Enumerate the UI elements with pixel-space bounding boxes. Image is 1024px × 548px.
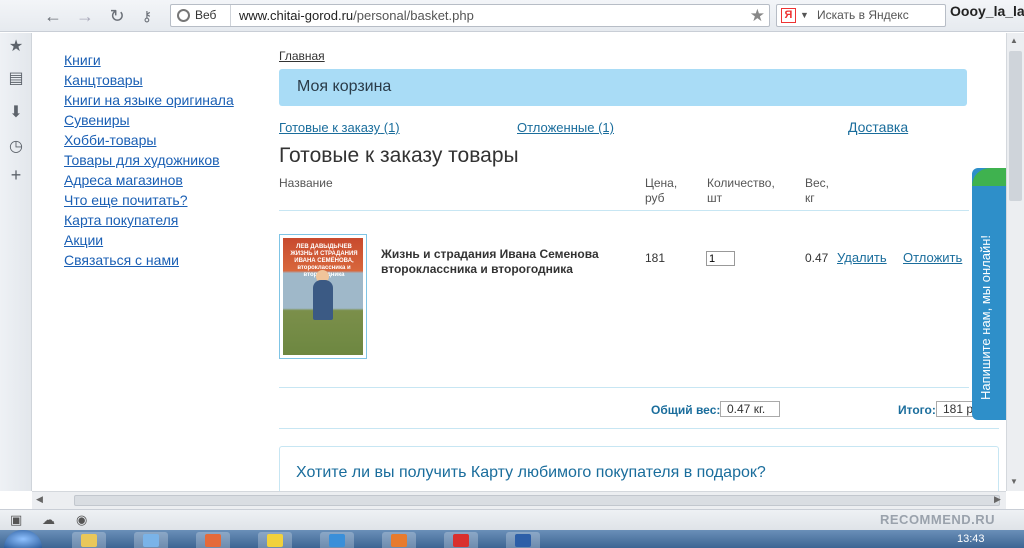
vertical-scrollbar[interactable]: ▲ ▼ [1006,33,1024,491]
browser-toolbar: ← → ↻ ⚷ Веб www.chitai-gorod.ru/personal… [0,0,1024,32]
postpone-link[interactable]: Отложить [903,250,962,265]
col-header-weight-unit: кг [805,191,815,205]
nav-item-contact[interactable]: Связаться с нами [64,250,234,270]
taskbar-clock[interactable]: 13:43 [957,533,985,545]
taskbar-usb-icon[interactable] [258,532,292,548]
nav-item-what-to-read[interactable]: Что еще почитать? [64,190,234,210]
watermark: RECOMMEND.RU [880,512,996,527]
back-icon[interactable]: ← [42,6,64,26]
status-bar: ▣ ☁ ◉ RECOMMEND.RU [0,509,1024,530]
tab-ready[interactable]: Готовые к заказу (1) [279,120,400,135]
section-title: Готовые к заказу товары [279,144,519,167]
cloud-icon[interactable]: ☁ [42,512,55,528]
os-taskbar: 13:43 [0,530,1024,548]
dropdown-arrow-icon[interactable]: ▼ [800,5,809,26]
yandex-logo-icon: Я [781,8,796,23]
nav-item-stationery[interactable]: Канцтовары [64,70,234,90]
totals-divider [279,428,999,429]
history-clock-icon[interactable]: ◷ [6,137,26,157]
bookmark-star-icon[interactable]: ★ [750,5,765,26]
key-icon[interactable]: ⚷ [136,6,158,26]
scroll-up-arrow-icon[interactable]: ▲ [1010,36,1018,45]
url-path: /personal/basket.php [353,8,474,23]
col-header-price-label: Цена, [645,176,678,190]
taskbar-opera-icon[interactable] [444,532,478,548]
breadcrumb[interactable]: Главная [279,49,325,63]
col-header-name: Название [279,176,333,190]
loyalty-card-promo-link[interactable]: Хотите ли вы получить Карту любимого пок… [296,464,766,482]
url-text[interactable]: www.chitai-gorod.ru/personal/basket.php [239,5,474,26]
yandex-search-box[interactable]: Я ▼ Искать в Яндекс [776,4,946,27]
taskbar-word-icon[interactable] [506,532,540,548]
taskbar-paint-icon[interactable] [196,532,230,548]
page-title-banner: Моя корзина [279,69,967,106]
col-header-price-unit: руб [645,191,665,205]
total-weight-label: Общий вес: [651,403,721,417]
book-cover[interactable]: ЛЕВ ДАВЫДЫЧЕВ ЖИЗНЬ И СТРАДАНИЯ ИВАНА СЕ… [279,234,367,359]
favorites-star-icon[interactable]: ★ [6,37,26,57]
tab-ready-count: (1) [383,120,400,135]
browser-sidebar: ★ ▤ ⬇ ◷ + [0,33,32,491]
item-weight: 0.47 [805,251,829,265]
total-weight-value: 0.47 кг. [720,401,780,417]
nav-item-customer-card[interactable]: Карта покупателя [64,210,234,230]
horizontal-scroll-thumb[interactable] [74,495,1000,506]
taskbar-app-icon[interactable] [134,532,168,548]
row-divider [279,387,969,388]
book-cover-image: ЛЕВ ДАВЫДЫЧЕВ ЖИЗНЬ И СТРАДАНИЯ ИВАНА СЕ… [283,238,363,355]
nav-item-promotions[interactable]: Акции [64,230,234,250]
user-name[interactable]: Oooy_la_la [950,3,1024,19]
scroll-left-arrow-icon[interactable]: ◀ [36,494,43,505]
delete-link[interactable]: Удалить [837,250,887,265]
scroll-down-arrow-icon[interactable]: ▼ [1010,477,1018,486]
nav-item-foreign-books[interactable]: Книги на языке оригинала [64,90,234,110]
yandex-search-placeholder: Искать в Яндекс [817,8,909,22]
nav-item-books[interactable]: Книги [64,50,234,70]
add-panel-icon[interactable]: + [6,165,26,185]
nav-item-souvenirs[interactable]: Сувениры [64,110,234,130]
tab-delivery[interactable]: Доставка [848,119,908,135]
col-header-price: Цена, руб [645,176,677,206]
horizontal-scrollbar[interactable]: ◀ ▶ [32,491,1006,509]
downloads-icon[interactable]: ⬇ [6,103,26,123]
notes-icon[interactable]: ▤ [6,69,26,89]
cover-figure-body [313,280,333,320]
item-price: 181 [645,251,666,265]
reload-icon[interactable]: ↻ [106,6,128,26]
total-value: 181 р [936,401,976,417]
nav-item-store-addresses[interactable]: Адреса магазинов [64,170,234,190]
site-nav: Книги Канцтовары Книги на языке оригинал… [64,50,234,270]
tab-ready-label: Готовые к заказу [279,120,381,135]
taskbar-ie-icon[interactable] [320,532,354,548]
vertical-scroll-thumb[interactable] [1009,51,1022,201]
page-title: Моя корзина [297,78,392,95]
url-host: www.chitai-gorod.ru [239,8,354,23]
chat-widget-label: Напишите нам, мы онлайн! [978,234,993,400]
scroll-right-arrow-icon[interactable]: ▶ [994,494,1001,505]
search-engine-selector[interactable]: Веб [171,5,231,26]
search-engine-label: Веб [195,8,217,22]
header-divider [279,210,969,211]
start-button[interactable] [4,530,42,548]
col-header-qty: Количество, шт [707,176,775,206]
col-header-qty-label: Количество, [707,176,775,190]
forward-icon[interactable]: → [74,6,96,26]
address-bar[interactable]: Веб www.chitai-gorod.ru/personal/basket.… [170,4,770,27]
taskbar-office-icon[interactable] [382,532,416,548]
quantity-input[interactable] [706,251,735,266]
col-header-weight: Вес, кг [805,176,829,206]
nav-item-hobby[interactable]: Хобби-товары [64,130,234,150]
book-title-link[interactable]: Жизнь и страдания Ивана Семенова второкл… [381,247,621,277]
panel-toggle-icon[interactable]: ▣ [10,512,22,528]
online-chat-widget[interactable]: Напишите нам, мы онлайн! [972,168,1006,420]
globe-icon [177,9,190,22]
tab-postponed[interactable]: Отложенные (1) [517,120,614,135]
col-header-qty-unit: шт [707,191,723,205]
nav-item-art-supplies[interactable]: Товары для художников [64,150,234,170]
total-label: Итого: [898,403,936,417]
camera-icon[interactable]: ◉ [76,512,87,528]
taskbar-folder-icon[interactable] [72,532,106,548]
col-header-weight-label: Вес, [805,176,830,190]
